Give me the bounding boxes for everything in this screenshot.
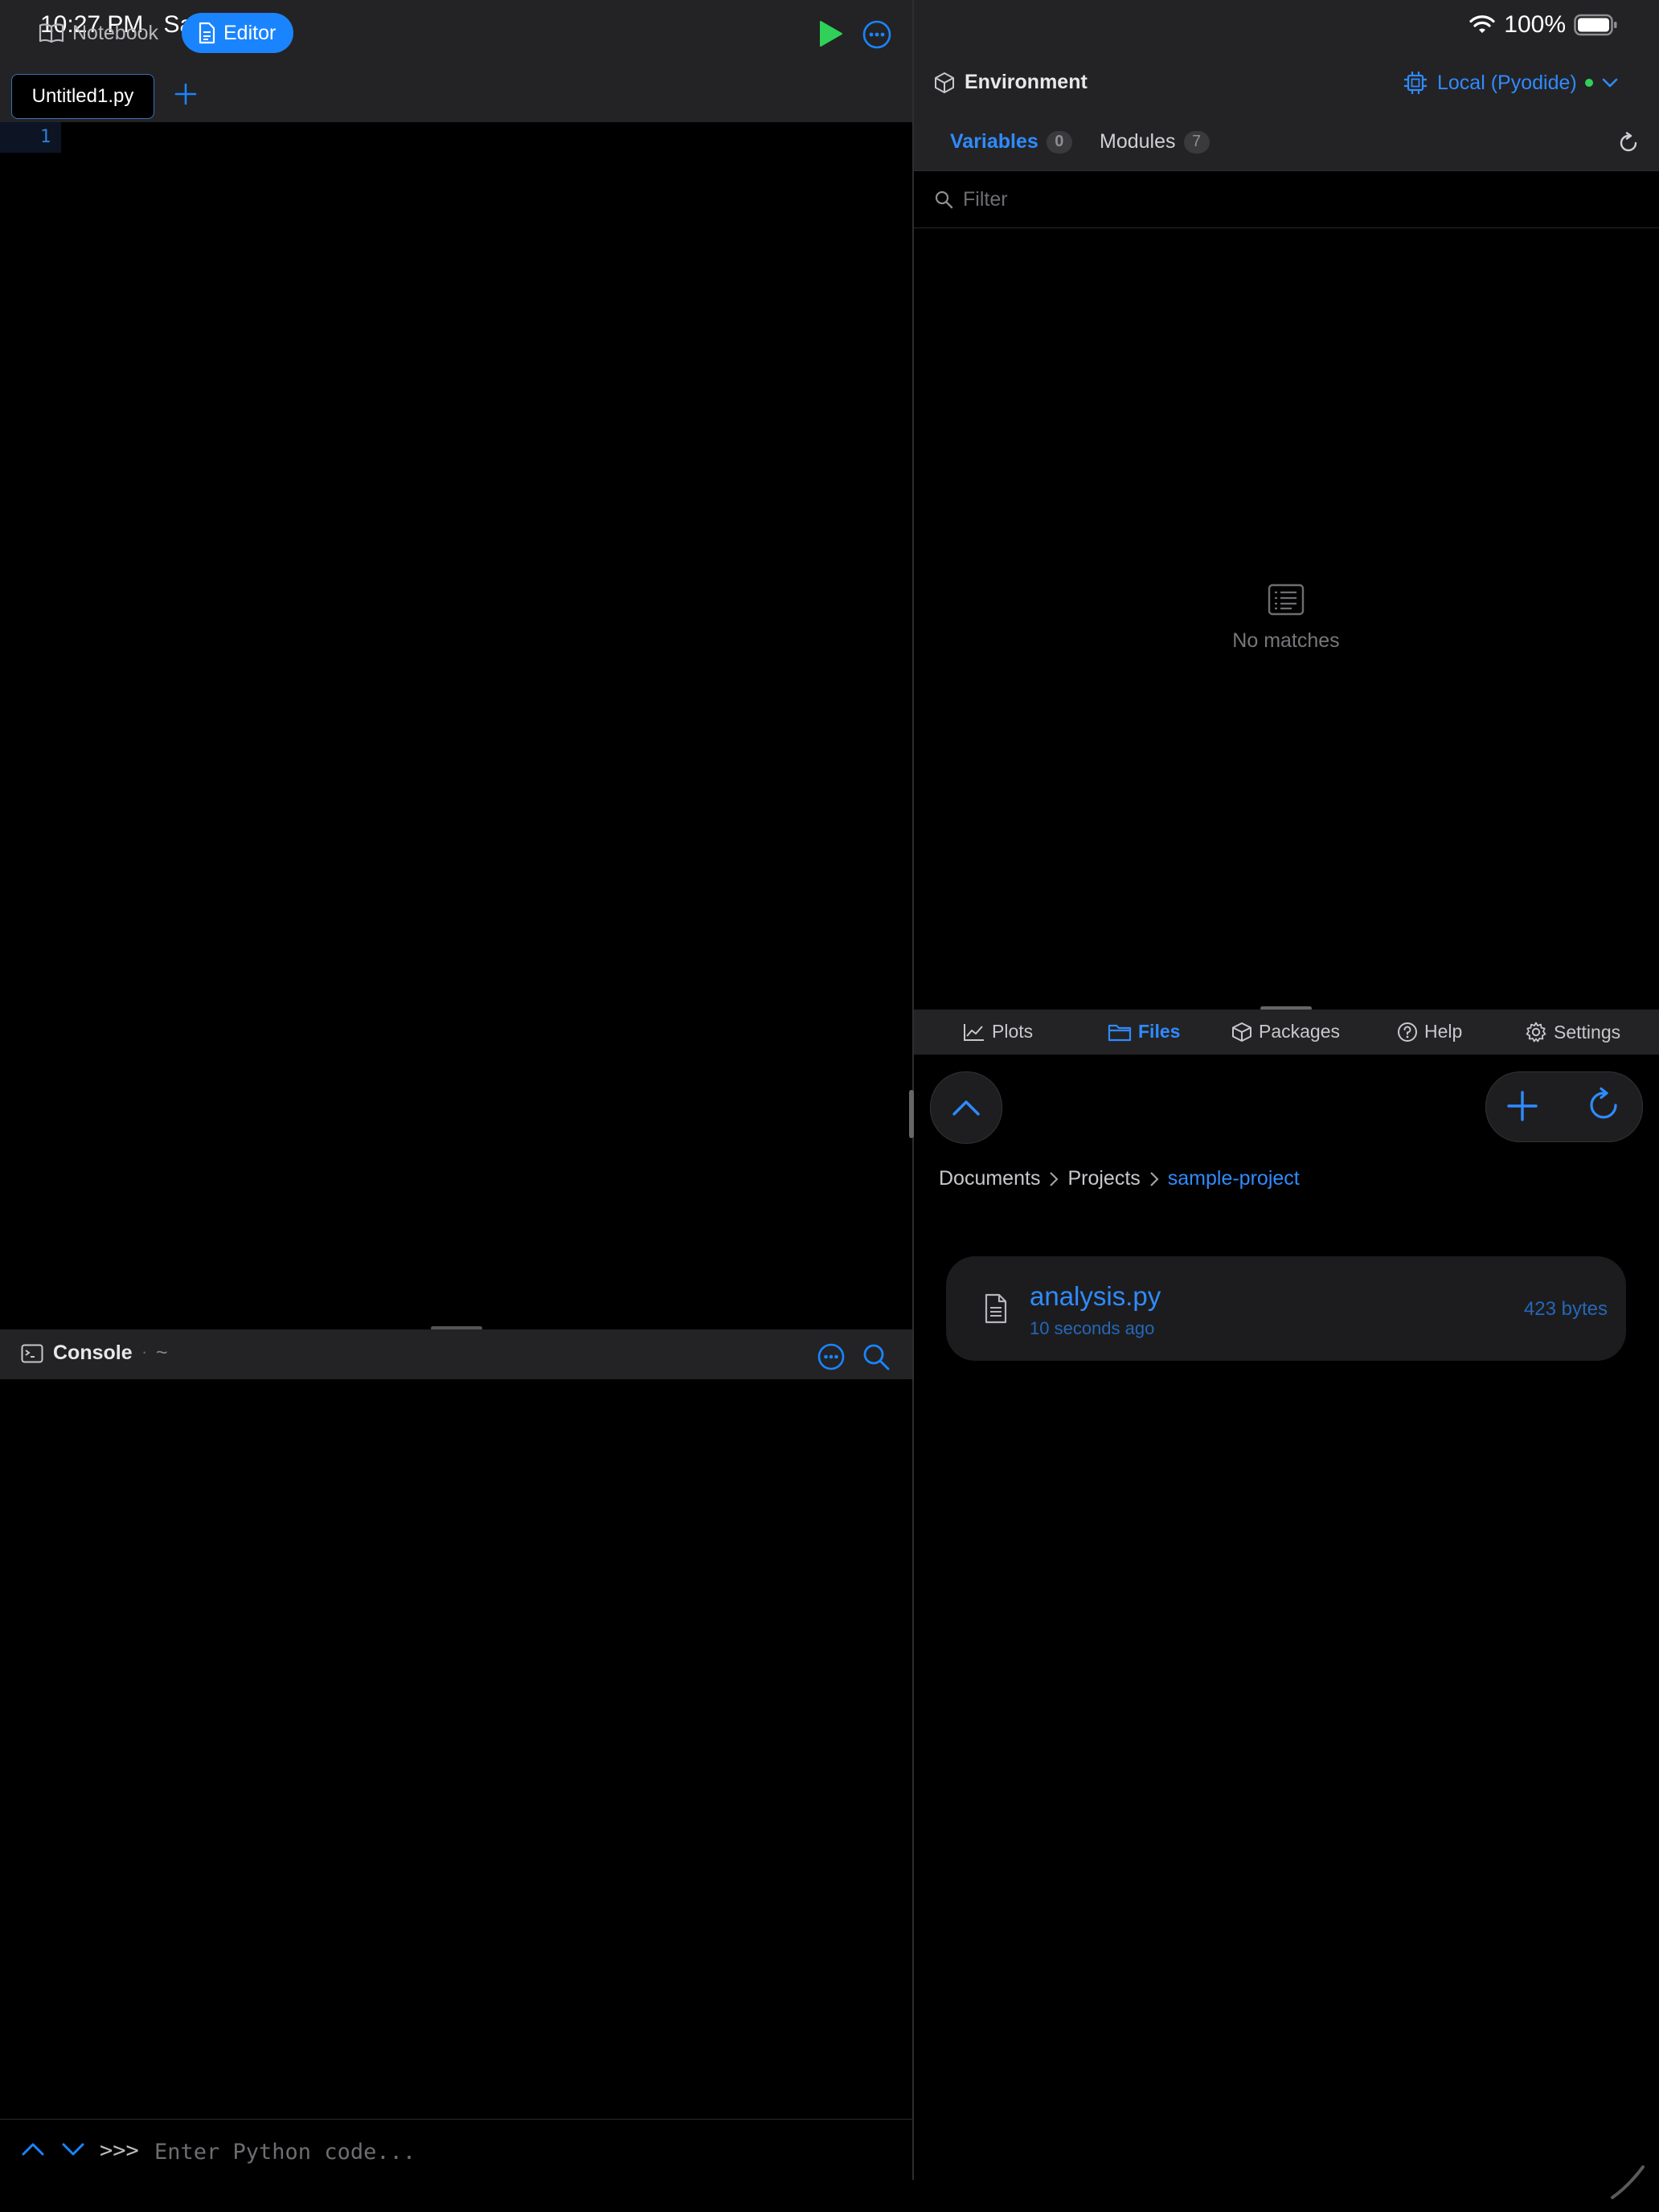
files-refresh-button[interactable]: [1585, 1087, 1622, 1124]
console-prompt: >>>: [100, 2138, 139, 2163]
file-modified: 10 seconds ago: [1030, 1318, 1155, 1338]
tab-plots[interactable]: Plots: [963, 1021, 1033, 1043]
line-number: 1: [40, 127, 51, 147]
parent-directory-button[interactable]: [930, 1071, 1002, 1144]
new-file-button[interactable]: [1505, 1088, 1540, 1124]
gear-icon: [1526, 1022, 1546, 1043]
modules-count-badge: 7: [1183, 130, 1210, 154]
notebook-mode-button[interactable]: Notebook: [23, 13, 174, 53]
help-icon: [1398, 1022, 1417, 1042]
notebook-label: Notebook: [72, 21, 159, 44]
editor-label: Editor: [223, 21, 276, 44]
kernel-selector[interactable]: Local (Pyodide): [1402, 69, 1619, 96]
add-tab-button[interactable]: [174, 82, 198, 106]
kernel-label: Local (Pyodide): [1437, 71, 1577, 94]
tab-settings-label: Settings: [1554, 1021, 1621, 1043]
console-header: [0, 1329, 912, 1379]
console-search-button[interactable]: [862, 1342, 891, 1371]
current-line-gutter: [0, 122, 61, 153]
console-separator: ·: [141, 1342, 148, 1362]
console-output: [0, 1379, 912, 2119]
tab-files[interactable]: Files: [1108, 1021, 1180, 1043]
breadcrumb: Documents Projects sample-project: [939, 1167, 1300, 1190]
more-options-button[interactable]: [862, 19, 892, 50]
chevron-right-icon: [1149, 1171, 1159, 1186]
chevron-up-icon: [952, 1100, 980, 1116]
tab-packages-label: Packages: [1259, 1021, 1341, 1042]
resize-corner-icon: [1611, 2165, 1645, 2199]
kernel-status-dot: [1584, 79, 1593, 87]
status-right: 100%: [1469, 11, 1619, 39]
editor-mode-button[interactable]: Editor: [182, 13, 294, 53]
console-title: Console: [53, 1342, 133, 1364]
console-input[interactable]: [153, 2135, 879, 2169]
breadcrumb-documents[interactable]: Documents: [939, 1167, 1040, 1190]
tab-plots-label: Plots: [992, 1021, 1034, 1042]
environment-refresh-button[interactable]: [1617, 132, 1640, 154]
history-down-button[interactable]: [61, 2140, 85, 2159]
variables-count-badge: 0: [1046, 130, 1072, 154]
book-icon: [39, 23, 64, 43]
cube-icon: [935, 72, 954, 93]
empty-state-message: No matches: [1232, 629, 1340, 652]
breadcrumb-projects[interactable]: Projects: [1067, 1167, 1140, 1190]
tab-files-label: Files: [1138, 1021, 1181, 1042]
tab-modules[interactable]: Modules 7: [1100, 130, 1210, 154]
terminal-icon: [21, 1344, 43, 1363]
file-tab[interactable]: Untitled1.py: [11, 74, 154, 119]
tab-help[interactable]: Help: [1397, 1021, 1462, 1043]
file-icon: [985, 1293, 1007, 1324]
chart-icon: [964, 1023, 984, 1041]
package-icon: [1232, 1022, 1251, 1042]
chevron-right-icon: [1050, 1171, 1059, 1186]
tab-variables-label: Variables: [950, 130, 1038, 153]
history-up-button[interactable]: [21, 2140, 45, 2159]
file-name: analysis.py: [1030, 1281, 1161, 1311]
run-button[interactable]: [816, 19, 845, 48]
console-cwd: ~: [156, 1342, 168, 1364]
chevron-down-icon: [1602, 78, 1618, 88]
tab-modules-label: Modules: [1100, 130, 1176, 153]
console-more-button[interactable]: [817, 1342, 846, 1371]
environment-title: Environment: [965, 71, 1088, 93]
tab-variables[interactable]: Variables 0: [950, 130, 1072, 154]
search-icon: [935, 190, 953, 209]
battery-icon: [1574, 14, 1617, 36]
folder-icon: [1108, 1024, 1132, 1041]
tab-help-label: Help: [1424, 1021, 1463, 1042]
breadcrumb-current[interactable]: sample-project: [1168, 1167, 1300, 1190]
cpu-icon: [1404, 72, 1427, 94]
file-size: 423 bytes: [1523, 1298, 1608, 1320]
wifi-icon: [1469, 15, 1495, 33]
filter-input[interactable]: [961, 184, 1608, 215]
list-icon: [1268, 584, 1305, 616]
code-editor[interactable]: [0, 122, 912, 1328]
files-panel: [914, 1055, 1659, 2180]
document-icon: [199, 22, 215, 44]
tab-packages[interactable]: Packages: [1231, 1021, 1340, 1043]
battery-percent: 100%: [1504, 11, 1566, 38]
tab-settings[interactable]: Settings: [1525, 1021, 1620, 1043]
